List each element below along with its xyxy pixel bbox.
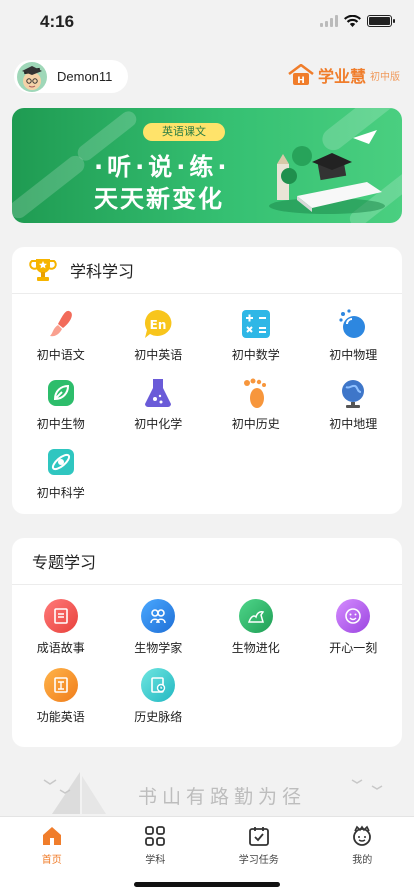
leaf-icon xyxy=(47,380,74,406)
cellular-signal-icon xyxy=(320,15,338,27)
subject-math[interactable]: 初中数学 xyxy=(207,308,305,377)
svg-text:H: H xyxy=(297,76,305,86)
english-book-icon xyxy=(43,668,78,702)
topic-study-header: 专题学习 xyxy=(12,538,402,585)
idiom-icon xyxy=(43,599,78,633)
topic-label: 功能英语 xyxy=(36,710,85,724)
topic-evolution[interactable]: 生物进化 xyxy=(207,599,305,668)
topic-happy-moment[interactable]: 开心一刻 xyxy=(305,599,403,668)
topic-label: 生物学家 xyxy=(134,641,183,655)
subject-history[interactable]: 初中历史 xyxy=(207,377,305,446)
topic-grid: 成语故事 生物学家 生物进化 开心一刻 功能英语 历史脉络 xyxy=(12,585,402,737)
history-icon xyxy=(141,668,176,702)
subject-label: 初中生物 xyxy=(36,417,85,431)
brush-icon xyxy=(49,310,72,337)
subject-biology[interactable]: 初中生物 xyxy=(12,377,110,446)
task-icon xyxy=(248,827,269,846)
subject-physics[interactable]: 初中物理 xyxy=(305,308,403,377)
subject-study-card: 学科学习 初中语文 En 初中英语 初中数学 初中物理 初中生物 初中化学 初中… xyxy=(12,247,402,514)
footprint-icon xyxy=(243,378,266,408)
subject-label: 初中语文 xyxy=(36,348,85,362)
topic-history-timeline[interactable]: 历史脉络 xyxy=(110,668,208,737)
slogan-decoration: 书山有路勤为径 xyxy=(0,768,414,816)
username: Demon11 xyxy=(57,69,113,84)
subject-chemistry[interactable]: 初中化学 xyxy=(110,377,208,446)
topic-study-title: 专题学习 xyxy=(32,553,97,572)
sailboat-icon xyxy=(43,772,106,814)
subject-geography[interactable]: 初中地理 xyxy=(305,377,403,446)
subject-science[interactable]: 初中科学 xyxy=(12,446,110,515)
subject-english[interactable]: En 初中英语 xyxy=(110,308,208,377)
tab-mine[interactable]: 我的 xyxy=(311,817,414,896)
biologist-icon xyxy=(141,599,176,633)
topic-biologists[interactable]: 生物学家 xyxy=(110,599,208,668)
flask-icon xyxy=(145,379,172,407)
slogan-text: 书山有路勤为径 xyxy=(138,786,307,808)
banner-tag: 英语课文 xyxy=(143,123,225,141)
physics-icon xyxy=(339,309,366,338)
user-profile-button[interactable]: Demon11 xyxy=(14,60,129,93)
home-icon xyxy=(42,827,61,845)
promo-banner[interactable]: 英语课文 ·听·说·练· 天天新变化 xyxy=(12,108,402,223)
grid-icon xyxy=(145,826,166,846)
tab-label: 学科 xyxy=(145,855,166,866)
status-bar: 4:16 xyxy=(0,0,414,44)
tab-label: 我的 xyxy=(352,855,373,866)
topic-idiom-stories[interactable]: 成语故事 xyxy=(12,599,110,668)
topic-label: 开心一刻 xyxy=(329,641,378,655)
math-icon xyxy=(241,310,270,338)
trophy-icon xyxy=(29,259,57,281)
evolution-icon xyxy=(238,599,273,633)
subject-label: 初中化学 xyxy=(134,417,183,431)
subject-study-title: 学科学习 xyxy=(70,262,135,281)
topic-label: 成语故事 xyxy=(36,641,85,655)
avatar xyxy=(17,61,47,92)
brand-logo: H 学业慧 初中版 xyxy=(288,63,400,87)
wifi-icon xyxy=(344,15,361,27)
subject-label: 初中英语 xyxy=(134,348,183,362)
brand-name: 学业慧 xyxy=(317,67,366,86)
globe-icon xyxy=(342,380,365,408)
subject-label: 初中历史 xyxy=(231,417,280,431)
profile-icon xyxy=(353,825,372,846)
subject-label: 初中物理 xyxy=(329,348,378,362)
banner-illustration xyxy=(269,130,385,214)
topic-functional-english[interactable]: 功能英语 xyxy=(12,668,110,737)
status-time: 4:16 xyxy=(40,12,75,31)
subject-label: 初中科学 xyxy=(36,486,85,500)
status-icons xyxy=(320,15,395,27)
brand-mark-icon: H xyxy=(288,64,314,86)
subject-label: 初中地理 xyxy=(329,417,378,431)
topic-study-card: 专题学习 成语故事 生物学家 生物进化 开心一刻 功能英语 历史脉络 xyxy=(12,538,402,747)
tab-home[interactable]: 首页 xyxy=(0,817,104,896)
topic-label: 生物进化 xyxy=(231,641,280,655)
home-indicator xyxy=(134,882,280,887)
brand-subtitle: 初中版 xyxy=(370,71,400,83)
subject-label: 初中数学 xyxy=(231,348,280,362)
battery-icon xyxy=(367,15,395,27)
banner-subheadline: 天天新变化 xyxy=(94,185,224,213)
tab-label: 首页 xyxy=(41,855,62,866)
svg-text:En: En xyxy=(150,318,167,332)
topic-label: 历史脉络 xyxy=(134,710,183,724)
subject-chinese[interactable]: 初中语文 xyxy=(12,308,110,377)
subject-grid: 初中语文 En 初中英语 初中数学 初中物理 初中生物 初中化学 初中历史 初中 xyxy=(12,294,402,515)
smile-icon xyxy=(336,599,371,633)
banner-headline: ·听·说·练· xyxy=(94,153,231,181)
english-icon: En xyxy=(145,309,172,338)
subject-study-header: 学科学习 xyxy=(12,247,402,294)
birds-icon xyxy=(351,779,383,790)
tab-label: 学习任务 xyxy=(238,855,279,866)
atom-icon xyxy=(47,449,74,475)
